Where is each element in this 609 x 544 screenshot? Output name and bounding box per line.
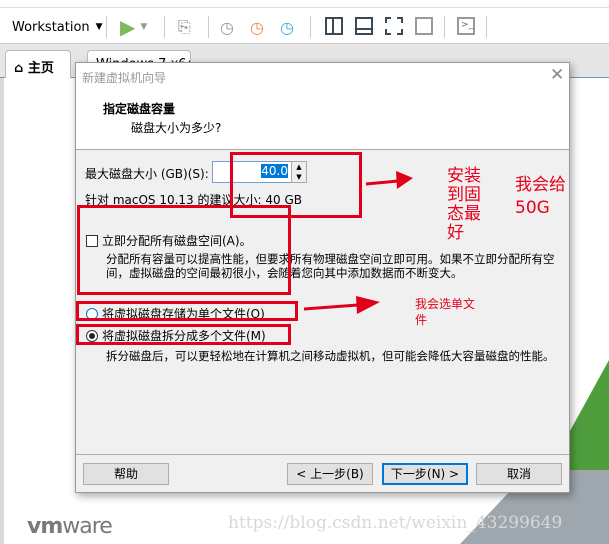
annotation-single: 我会选单文件 <box>415 297 476 327</box>
arrow-line <box>303 303 359 311</box>
annotation-ssd: 安装到固态最好 <box>447 166 481 243</box>
arrow-line <box>365 179 399 186</box>
arrow-head <box>396 171 413 189</box>
annotation-arrows <box>303 171 413 314</box>
annotation-give: 我会给50G <box>515 175 566 218</box>
arrow-head <box>356 296 380 314</box>
